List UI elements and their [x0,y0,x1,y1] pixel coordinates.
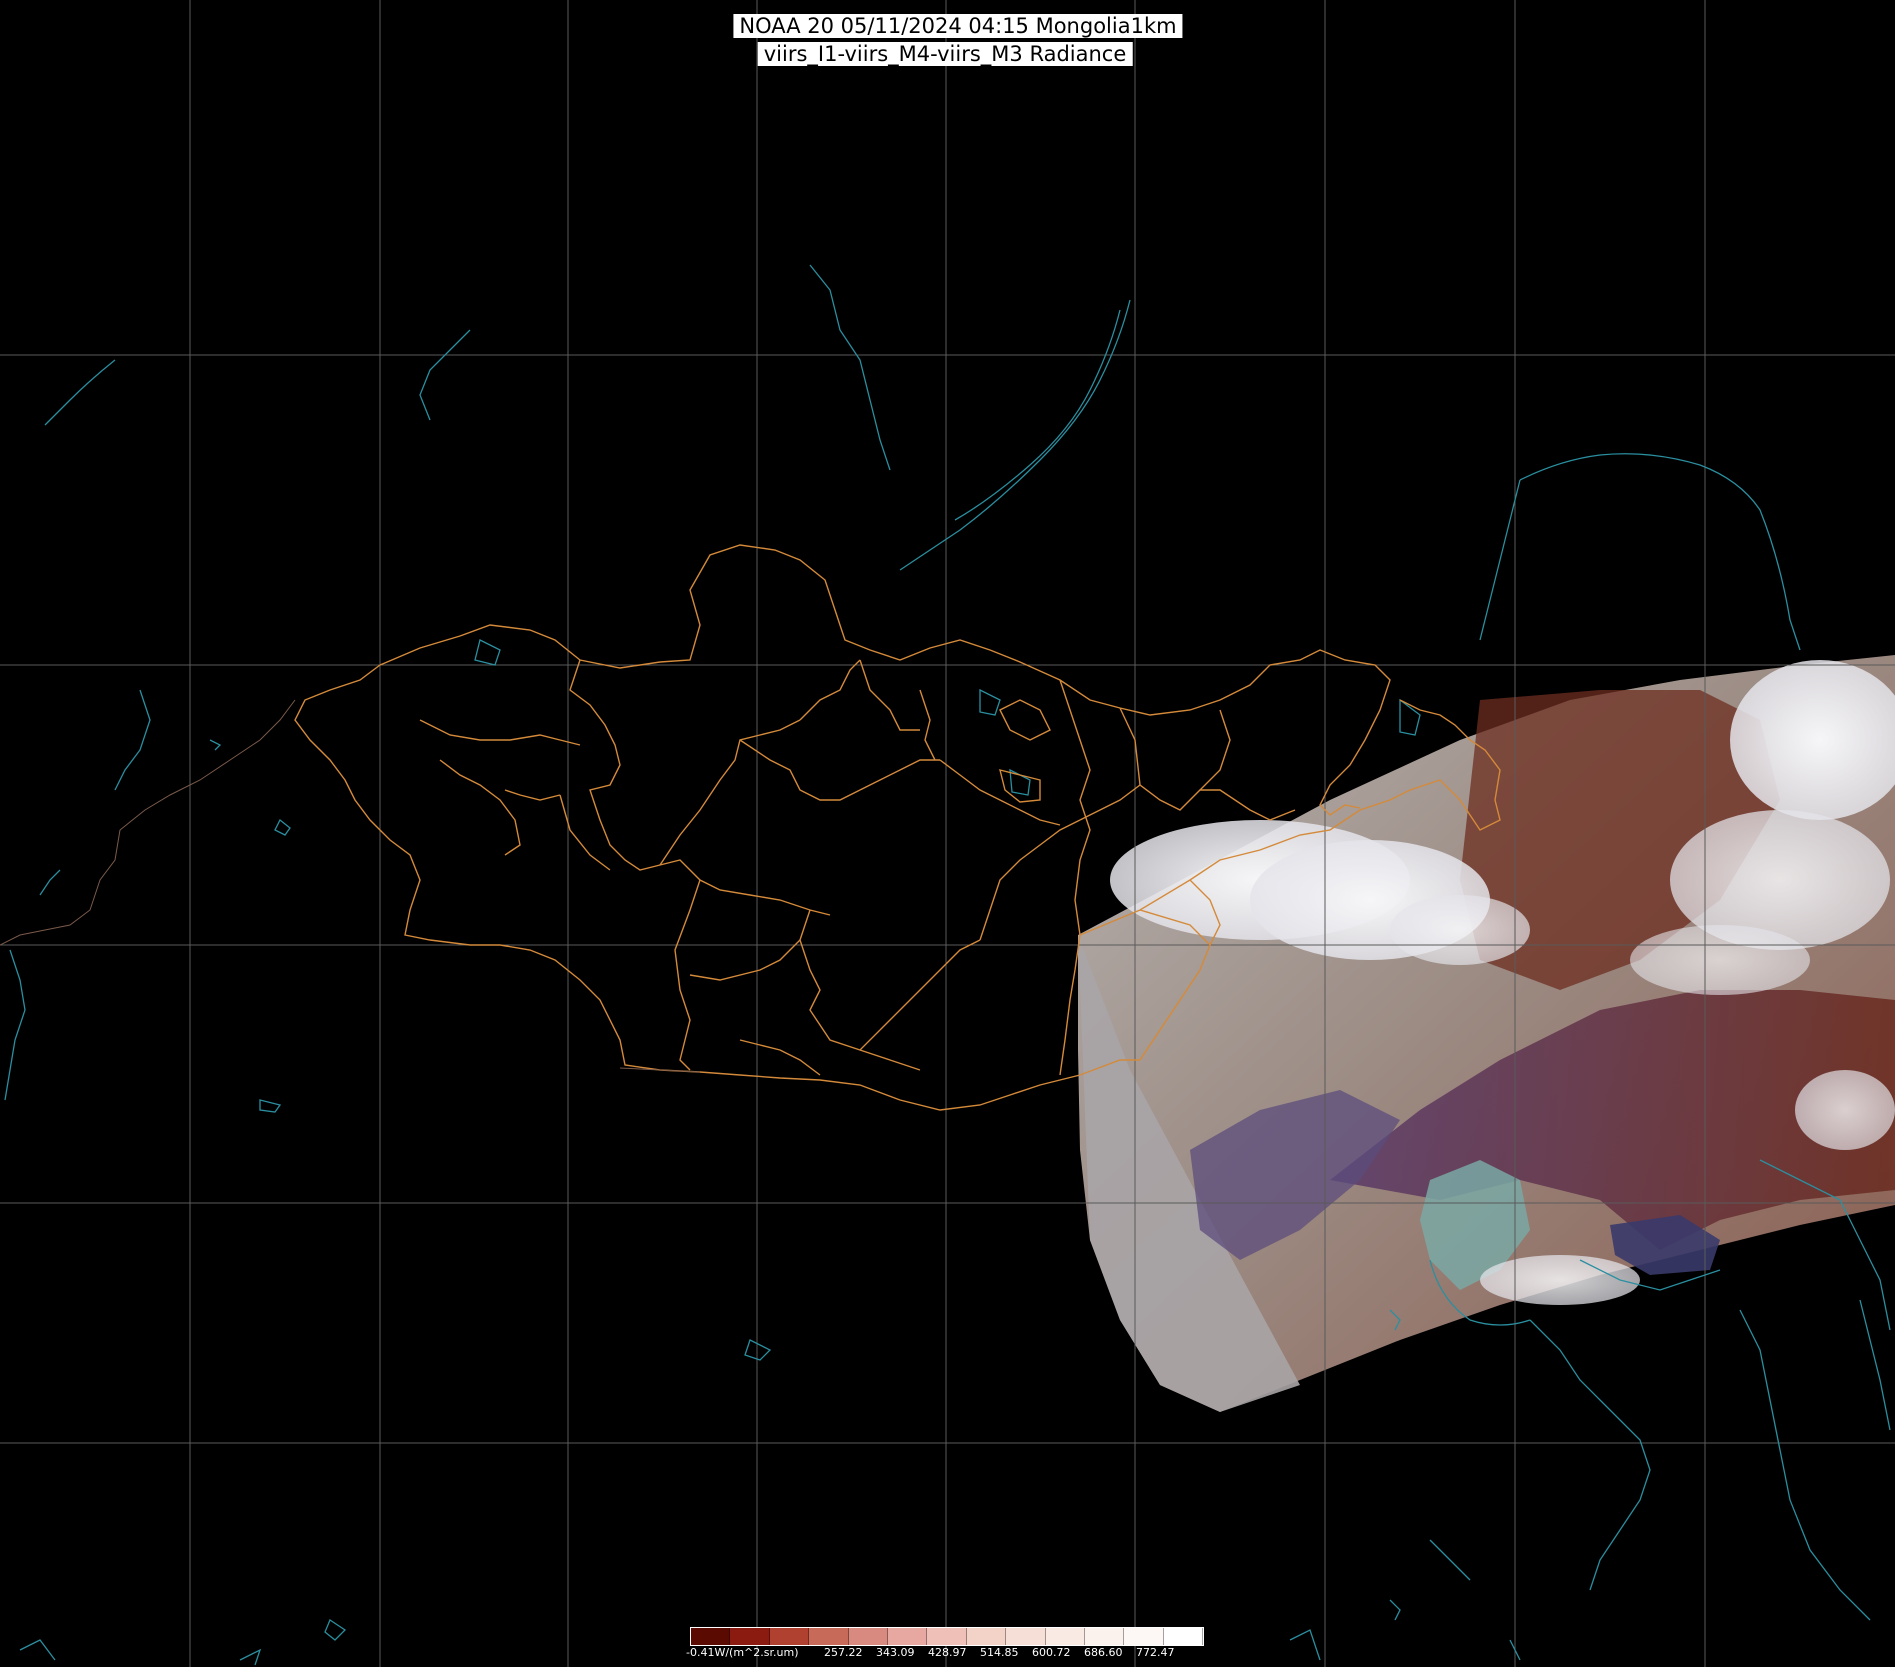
colorbar [690,1627,1204,1646]
colorbar-segment [1163,1628,1204,1645]
colorbar-segment [848,1628,888,1645]
colorbar-segment [1084,1628,1125,1645]
colorbar-tick-label: 343.09 [876,1646,915,1659]
colorbar-unit-label: -0.41W/(m^2.sr.um) [686,1646,799,1659]
colorbar-labels: -0.41W/(m^2.sr.um) 257.22 343.09 428.97 514… [686,1646,1226,1662]
colorbar-tick-label: 686.60 [1084,1646,1123,1659]
colorbar-segment [887,1628,928,1645]
colorbar-tick-label: 600.72 [1032,1646,1071,1659]
colorbar-segment [966,1628,1007,1645]
colorbar-segment [1124,1628,1164,1645]
colorbar-segment [769,1628,810,1645]
colorbar-segment [809,1628,849,1645]
map-title-line1: NOAA 20 05/11/2024 04:15 Mongolia1km [733,14,1183,38]
colorbar-tick-label: 257.22 [824,1646,863,1659]
colorbar-tick-label: 514.85 [980,1646,1019,1659]
map-title-line2: viirs_I1-viirs_M4-viirs_M3 Radiance [757,42,1133,66]
country-borders [0,699,701,1073]
satellite-map [0,0,1895,1667]
satellite-swath [1078,655,1895,1412]
colorbar-segment [730,1628,770,1645]
colorbar-tick-label: 428.97 [928,1646,967,1659]
colorbar-segment [927,1628,967,1645]
colorbar-segment [691,1628,731,1645]
colorbar-segment [1045,1628,1085,1645]
colorbar-tick-label: 772.47 [1136,1646,1175,1659]
colorbar-segment [1006,1628,1046,1645]
